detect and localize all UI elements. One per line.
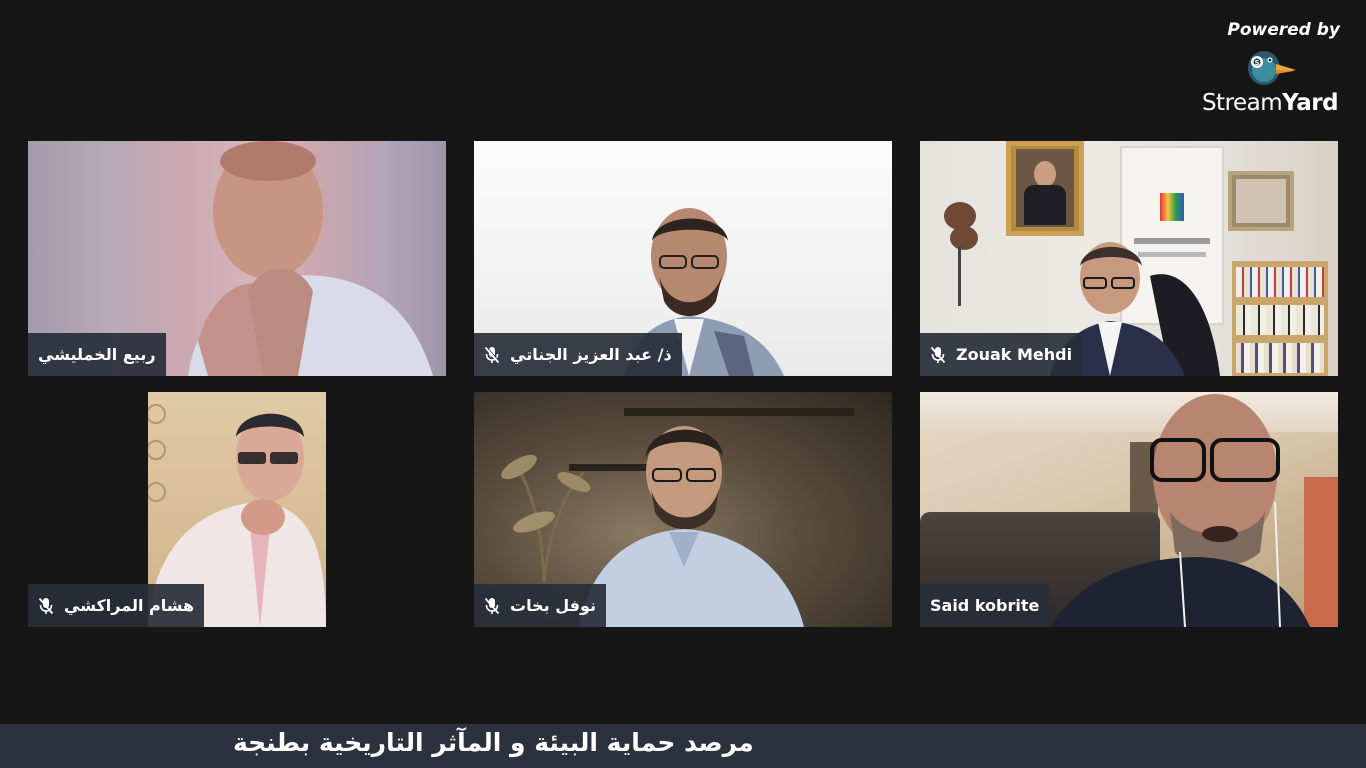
participant-label-1: ربيع الخمليشي	[28, 333, 166, 376]
svg-text:S: S	[1254, 59, 1259, 67]
mic-muted-icon	[484, 597, 500, 614]
participant-name: هشام المراكشي	[64, 596, 195, 615]
participant-label-3: Zouak Mehdi	[920, 333, 1083, 376]
wordmark-stream: Stream	[1201, 90, 1283, 116]
participant-label-5: نوفل بخات	[474, 584, 606, 627]
mic-muted-icon	[484, 345, 500, 363]
participant-label-6: Said kobrite	[920, 584, 1050, 627]
participant-label-2: ذ/ عبد العزيز الجناتي	[474, 333, 682, 376]
participant-tile-5[interactable]: نوفل بخات	[474, 392, 892, 627]
streamyard-wordmark: StreamYard	[1190, 90, 1350, 116]
sculpture	[944, 202, 978, 306]
participant-name: نوفل بخات	[510, 596, 596, 615]
streamyard-branding: Powered by S StreamYard	[1190, 20, 1350, 116]
participant-name: ذ/ عبد العزيز الجناتي	[510, 345, 672, 364]
participant-name: Said kobrite	[930, 596, 1040, 615]
broadcast-stage: Powered by S StreamYard ربيع الخمليشي ذ/…	[0, 0, 1366, 768]
participant-silhouette-6	[1050, 394, 1310, 627]
participant-tile-4[interactable]: هشام المراكشي	[28, 392, 326, 627]
lower-third-banner: مرصد حماية البيئة و المآثر التاريخية بطن…	[0, 724, 1366, 768]
mic-muted-icon	[930, 346, 946, 363]
participant-tile-3[interactable]: Zouak Mehdi	[920, 141, 1338, 376]
photo-frame	[1228, 171, 1294, 231]
participant-tile-6[interactable]: Said kobrite	[920, 392, 1338, 627]
bookshelf	[1232, 261, 1328, 376]
powered-by-text: Powered by	[1227, 20, 1340, 40]
wordmark-yard: Yard	[1282, 90, 1339, 116]
participant-silhouette-1	[188, 141, 433, 376]
participant-silhouette-5	[579, 426, 804, 627]
wall-portrait-frame	[1006, 141, 1084, 236]
participant-name: ربيع الخمليشي	[38, 345, 156, 364]
participant-label-4: هشام المراكشي	[28, 584, 205, 627]
mic-muted-icon	[38, 597, 54, 614]
participant-name: Zouak Mehdi	[956, 345, 1073, 364]
participant-tile-1[interactable]: ربيع الخمليشي	[28, 141, 446, 376]
streamyard-duck-icon: S	[1248, 51, 1296, 85]
banner-text: مرصد حماية البيئة و المآثر التاريخية بطن…	[233, 728, 754, 757]
participant-tile-2[interactable]: ذ/ عبد العزيز الجناتي	[474, 141, 892, 376]
